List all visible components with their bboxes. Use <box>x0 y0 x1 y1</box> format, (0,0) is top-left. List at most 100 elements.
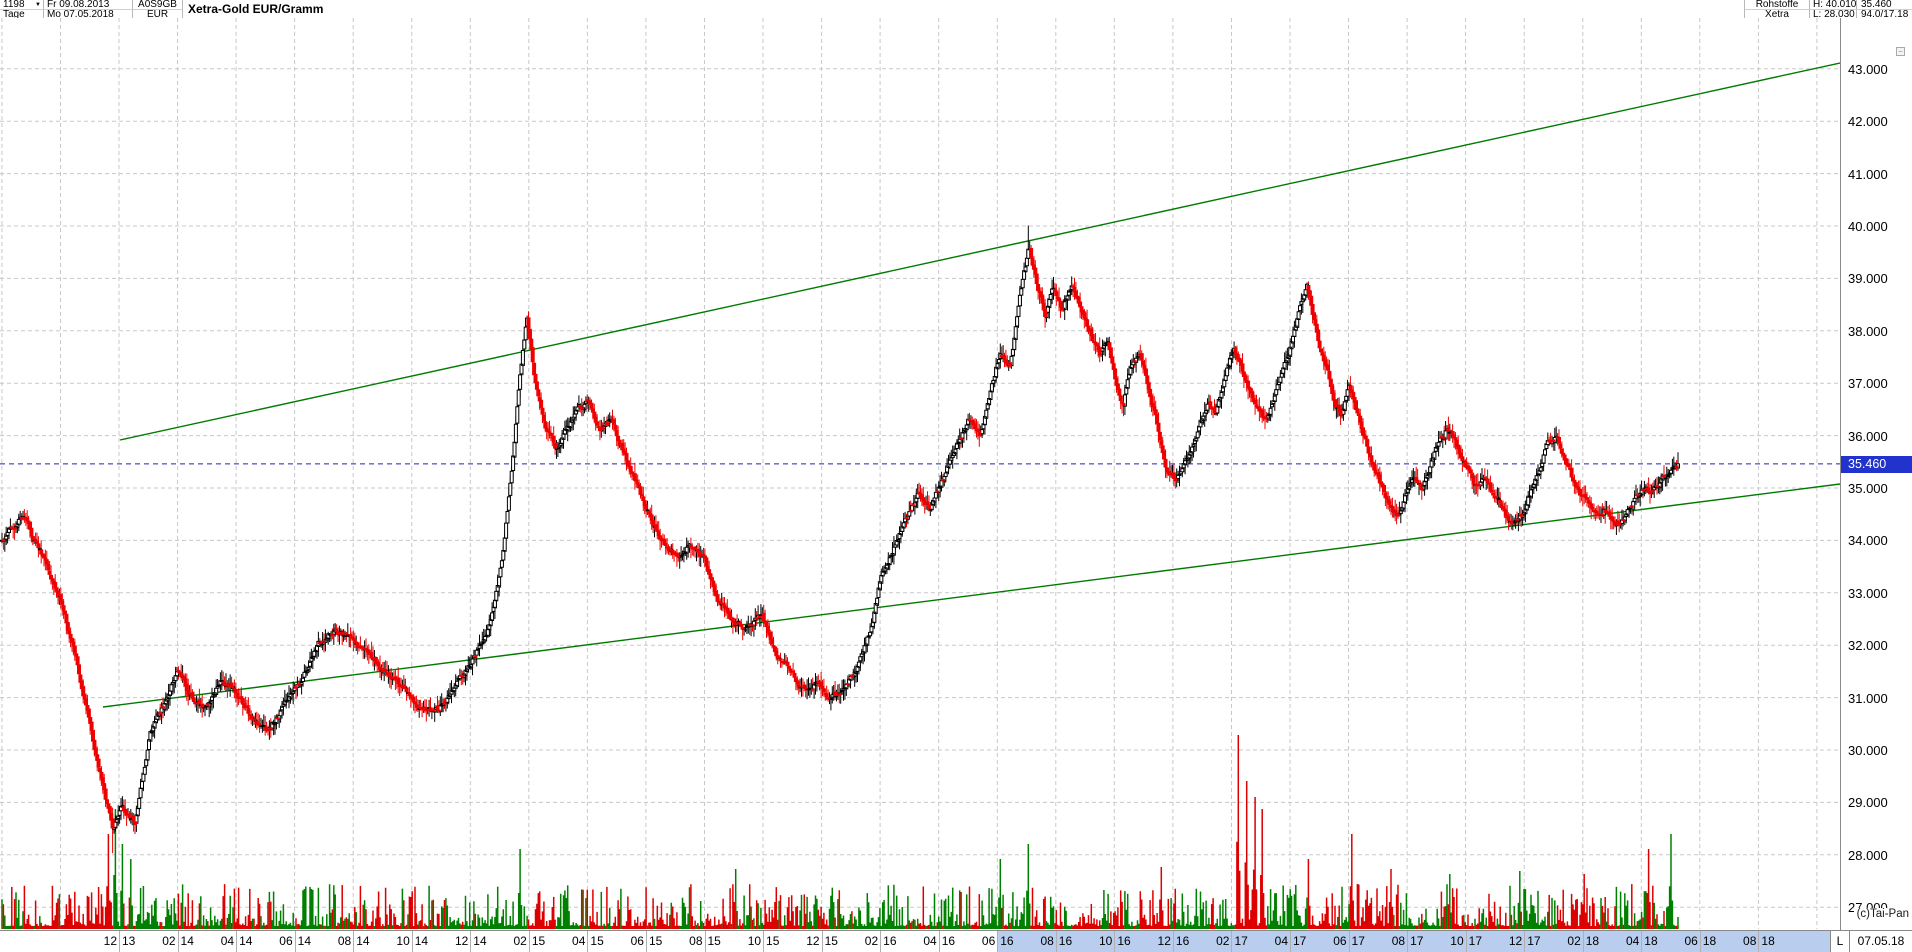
price-volume-plot[interactable] <box>0 18 1840 930</box>
bar-count-dropdown[interactable]: 1198 ▼ <box>0 0 44 9</box>
last-price-header: 35.460 <box>1857 0 1912 9</box>
date-month-label: 06 <box>1321 934 1347 948</box>
taipan-window: 1198 ▼ Tage ▼ Fr 09.08.2013 Mo 07.05.201… <box>0 0 1912 952</box>
price-axis-label: 33.000 <box>1848 586 1888 601</box>
date-tick <box>1407 931 1408 952</box>
date-year-label: 16 <box>883 934 909 948</box>
date-year-label: 15 <box>708 934 734 948</box>
period-dropdown[interactable]: Tage ▼ <box>0 9 44 18</box>
date-month-label: 02 <box>852 934 878 948</box>
date-month-label: 12 <box>91 934 117 948</box>
date-month-label: 02 <box>1203 934 1229 948</box>
date-year-label: 15 <box>766 934 792 948</box>
date-year-label: 14 <box>415 934 441 948</box>
date-month-label: 10 <box>1086 934 1112 948</box>
date-year-label: 17 <box>1234 934 1260 948</box>
date-tick <box>1641 931 1642 952</box>
date-tick <box>705 931 706 952</box>
date-month-label: 06 <box>1672 934 1698 948</box>
trend-channel-lower-line <box>103 484 1840 707</box>
date-year-label: 15 <box>590 934 616 948</box>
date-month-label: 04 <box>1262 934 1288 948</box>
price-axis-label: 37.000 <box>1848 376 1888 391</box>
exchange-label: Xetra <box>1744 9 1810 18</box>
date-tick <box>1173 931 1174 952</box>
date-month-label: 06 <box>267 934 293 948</box>
date-month-label: 12 <box>442 934 468 948</box>
bar-count-value: 1198 <box>0 0 25 9</box>
date-month-label: 02 <box>150 934 176 948</box>
date-tick <box>1758 931 1759 952</box>
date-year-label: 17 <box>1293 934 1319 948</box>
price-axis-label: 34.000 <box>1848 533 1888 548</box>
date-month-label: 02 <box>1555 934 1581 948</box>
candle-wicks-up <box>2 226 1678 834</box>
date-tick <box>1466 931 1467 952</box>
date-year-label: 18 <box>1761 934 1787 948</box>
date-year-label: 17 <box>1352 934 1378 948</box>
date-month-label: 04 <box>559 934 585 948</box>
date-year-label: 14 <box>239 934 265 948</box>
vertical-gridlines <box>2 18 1817 929</box>
wkn-label: A0S9GB <box>133 0 183 9</box>
date-year-label: 14 <box>298 934 324 948</box>
price-axis-label: 43.000 <box>1848 62 1888 77</box>
chart-canvas[interactable] <box>0 18 1840 930</box>
date-month-label: 06 <box>969 934 995 948</box>
candle-bodies-down <box>2 249 1678 829</box>
candle-bodies-up <box>1 249 1680 829</box>
date-tick <box>1524 931 1525 952</box>
period-value: Tage <box>0 9 25 18</box>
date-tick <box>997 931 998 952</box>
date-month-label: 12 <box>794 934 820 948</box>
l-indicator: L <box>1831 934 1849 948</box>
extra-value-header: 94.0/17.18 <box>1857 9 1912 18</box>
price-axis-label: 29.000 <box>1848 795 1888 810</box>
date-year-label: 17 <box>1410 934 1436 948</box>
date-year-label: 13 <box>122 934 148 948</box>
date-month-label: 10 <box>384 934 410 948</box>
date-tick <box>1056 931 1057 952</box>
date-year-label: 16 <box>1000 934 1026 948</box>
date-month-label: 12 <box>1145 934 1171 948</box>
price-axis-label: 38.000 <box>1848 324 1888 339</box>
date-year-label: 17 <box>1469 934 1495 948</box>
date-year-label: 18 <box>1703 934 1729 948</box>
date-to-field[interactable]: Mo 07.05.2018 <box>44 9 133 18</box>
collapse-button[interactable]: − <box>1896 47 1905 56</box>
date-tick <box>939 931 940 952</box>
date-from-field[interactable]: Fr 09.08.2013 <box>44 0 133 9</box>
price-axis-label: 36.000 <box>1848 429 1888 444</box>
date-tick <box>529 931 530 952</box>
date-tick <box>236 931 237 952</box>
date-tick <box>1114 931 1115 952</box>
date-month-label: 12 <box>1496 934 1522 948</box>
date-month-label: 10 <box>1438 934 1464 948</box>
date-month-label: 08 <box>677 934 703 948</box>
date-month-label: 02 <box>501 934 527 948</box>
price-axis-label: 41.000 <box>1848 167 1888 182</box>
price-axis: 35.460 43.00042.00041.00040.00039.00038.… <box>1840 18 1912 930</box>
date-month-label: 08 <box>1730 934 1756 948</box>
date-year-label: 14 <box>181 934 207 948</box>
price-axis-label: 35.000 <box>1848 481 1888 496</box>
date-year-label: 18 <box>1644 934 1670 948</box>
date-tick <box>1290 931 1291 952</box>
date-axis-strip[interactable]: 1213021404140614081410141214021504150615… <box>0 930 1912 952</box>
date-tick <box>1700 931 1701 952</box>
date-tick <box>1231 931 1232 952</box>
date-month-label: 04 <box>208 934 234 948</box>
price-axis-label: 32.000 <box>1848 638 1888 653</box>
price-axis-label: 40.000 <box>1848 219 1888 234</box>
date-month-label: 04 <box>1613 934 1639 948</box>
date-tick <box>587 931 588 952</box>
price-axis-label: 39.000 <box>1848 271 1888 286</box>
date-tick <box>295 931 296 952</box>
chart-header: 1198 ▼ Tage ▼ Fr 09.08.2013 Mo 07.05.201… <box>0 0 1912 19</box>
date-year-label: 16 <box>1176 934 1202 948</box>
date-year-label: 16 <box>1117 934 1143 948</box>
copyright-label: (c)Tai-Pan <box>1854 908 1909 920</box>
date-tick <box>412 931 413 952</box>
date-month-label: 08 <box>325 934 351 948</box>
date-year-label: 18 <box>1586 934 1612 948</box>
